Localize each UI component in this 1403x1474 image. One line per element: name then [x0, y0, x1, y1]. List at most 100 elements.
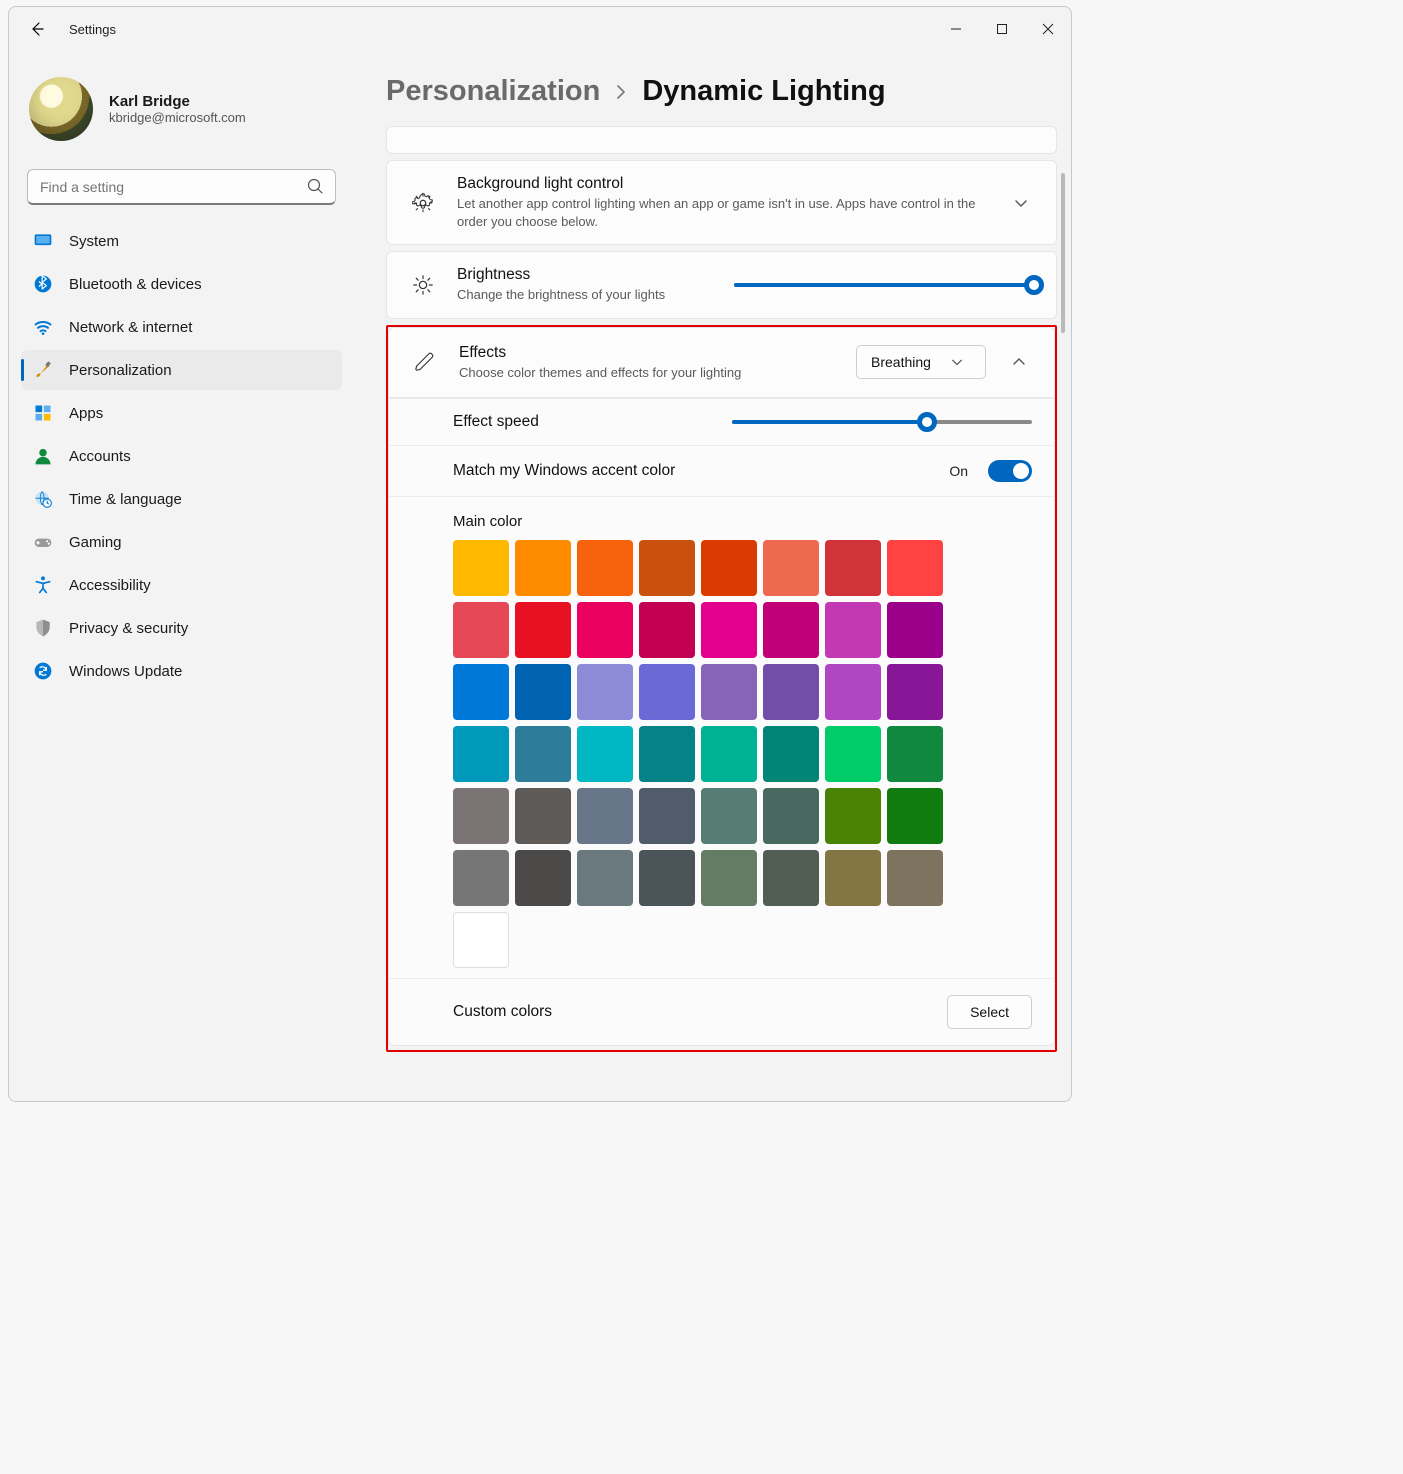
color-swatch[interactable] — [453, 912, 509, 968]
card-subtitle: Let another app control lighting when an… — [457, 195, 988, 230]
color-swatch[interactable] — [701, 540, 757, 596]
color-swatch[interactable] — [763, 726, 819, 782]
color-swatch[interactable] — [701, 664, 757, 720]
maximize-button[interactable] — [979, 12, 1025, 46]
color-swatch[interactable] — [639, 850, 695, 906]
color-swatch[interactable] — [515, 850, 571, 906]
sidebar-item-accessibility[interactable]: Accessibility — [21, 565, 342, 605]
close-button[interactable] — [1025, 12, 1071, 46]
sidebar-item-label: Time & language — [69, 491, 182, 508]
color-swatch[interactable] — [763, 664, 819, 720]
color-swatch[interactable] — [639, 664, 695, 720]
chevron-down-icon — [951, 356, 963, 368]
search-input[interactable] — [27, 169, 336, 205]
sidebar-item-gaming[interactable]: Gaming — [21, 522, 342, 562]
color-swatch[interactable] — [887, 726, 943, 782]
color-swatch[interactable] — [887, 664, 943, 720]
display-icon — [33, 231, 53, 251]
color-swatch[interactable] — [515, 540, 571, 596]
sidebar-item-bluetooth-devices[interactable]: Bluetooth & devices — [21, 264, 342, 304]
color-swatch[interactable] — [453, 850, 509, 906]
color-swatch[interactable] — [453, 788, 509, 844]
sidebar-item-windows-update[interactable]: Windows Update — [21, 651, 342, 691]
search-icon — [306, 177, 324, 200]
search-field[interactable] — [27, 169, 336, 205]
minimize-button[interactable] — [933, 12, 979, 46]
color-swatch[interactable] — [763, 850, 819, 906]
color-swatch[interactable] — [453, 726, 509, 782]
effects-card-header[interactable]: Effects Choose color themes and effects … — [388, 327, 1055, 399]
profile-block[interactable]: Karl Bridge kbridge@microsoft.com — [21, 63, 342, 165]
color-swatch[interactable] — [701, 788, 757, 844]
sidebar-item-label: Apps — [69, 405, 103, 422]
sidebar-item-personalization[interactable]: Personalization — [21, 350, 342, 390]
back-button[interactable] — [27, 19, 47, 39]
sidebar-item-apps[interactable]: Apps — [21, 393, 342, 433]
color-swatch[interactable] — [577, 540, 633, 596]
brightness-slider[interactable] — [734, 283, 1034, 287]
sidebar: Karl Bridge kbridge@microsoft.com System… — [9, 51, 354, 1101]
color-swatch[interactable] — [639, 602, 695, 658]
sidebar-item-system[interactable]: System — [21, 221, 342, 261]
card-title: Brightness — [457, 266, 714, 284]
color-swatch[interactable] — [825, 540, 881, 596]
color-swatch[interactable] — [701, 850, 757, 906]
background-light-card[interactable]: Background light control Let another app… — [386, 160, 1057, 245]
chevron-down-icon[interactable] — [1008, 196, 1034, 210]
sidebar-item-time-language[interactable]: Time & language — [21, 479, 342, 519]
sidebar-item-label: Accessibility — [69, 577, 151, 594]
color-swatch[interactable] — [887, 540, 943, 596]
color-swatch[interactable] — [887, 602, 943, 658]
color-swatch[interactable] — [515, 664, 571, 720]
sidebar-item-accounts[interactable]: Accounts — [21, 436, 342, 476]
color-swatch[interactable] — [825, 726, 881, 782]
color-swatch[interactable] — [577, 726, 633, 782]
color-swatch[interactable] — [577, 664, 633, 720]
color-swatch[interactable] — [515, 726, 571, 782]
color-swatch[interactable] — [825, 850, 881, 906]
sidebar-item-label: Windows Update — [69, 663, 182, 680]
breadcrumb-root[interactable]: Personalization — [386, 75, 600, 108]
effect-speed-label: Effect speed — [453, 413, 683, 431]
effect-speed-slider[interactable] — [732, 420, 1032, 424]
scrollbar-thumb[interactable] — [1061, 173, 1065, 333]
color-swatch[interactable] — [701, 602, 757, 658]
card-title: Background light control — [457, 175, 988, 193]
gamepad-icon — [33, 532, 53, 552]
match-accent-toggle[interactable] — [988, 460, 1032, 482]
color-swatch[interactable] — [515, 788, 571, 844]
scrollbar[interactable] — [1061, 111, 1065, 1091]
color-swatch[interactable] — [577, 602, 633, 658]
color-swatch[interactable] — [825, 788, 881, 844]
color-swatch[interactable] — [639, 788, 695, 844]
color-swatch[interactable] — [453, 664, 509, 720]
color-swatch[interactable] — [701, 726, 757, 782]
color-swatch[interactable] — [887, 850, 943, 906]
sidebar-item-privacy-security[interactable]: Privacy & security — [21, 608, 342, 648]
color-swatch[interactable] — [825, 664, 881, 720]
sidebar-item-label: Bluetooth & devices — [69, 276, 202, 293]
color-swatch[interactable] — [577, 850, 633, 906]
color-swatch[interactable] — [577, 788, 633, 844]
color-swatch[interactable] — [763, 602, 819, 658]
color-swatch[interactable] — [763, 540, 819, 596]
effects-dropdown[interactable]: Breathing — [856, 345, 986, 379]
card-subtitle: Change the brightness of your lights — [457, 286, 714, 304]
window-title: Settings — [69, 22, 116, 37]
color-swatch[interactable] — [825, 602, 881, 658]
profile-name: Karl Bridge — [109, 93, 246, 110]
color-swatch[interactable] — [639, 726, 695, 782]
sidebar-item-label: Network & internet — [69, 319, 192, 336]
color-swatch[interactable] — [515, 602, 571, 658]
select-button[interactable]: Select — [947, 995, 1032, 1029]
color-swatch[interactable] — [453, 540, 509, 596]
wifi-icon — [33, 317, 53, 337]
toggle-state-text: On — [949, 463, 968, 479]
sidebar-item-network-internet[interactable]: Network & internet — [21, 307, 342, 347]
brightness-icon — [409, 274, 437, 296]
color-swatch[interactable] — [639, 540, 695, 596]
chevron-up-icon[interactable] — [1006, 355, 1032, 369]
color-swatch[interactable] — [763, 788, 819, 844]
color-swatch[interactable] — [453, 602, 509, 658]
color-swatch[interactable] — [887, 788, 943, 844]
